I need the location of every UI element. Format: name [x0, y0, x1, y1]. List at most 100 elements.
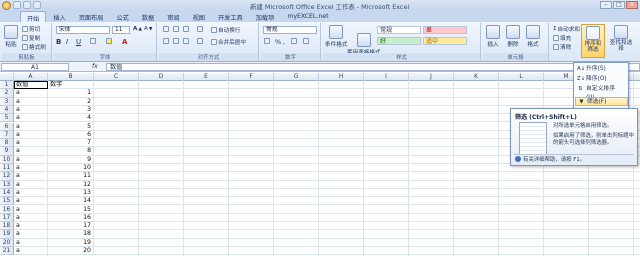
align-bottom-button[interactable] [183, 26, 189, 32]
align-center-button[interactable] [173, 38, 179, 44]
tab-review[interactable]: 审阅 [161, 11, 185, 22]
align-left-button[interactable] [163, 38, 169, 44]
cell-b[interactable]: 6 [48, 131, 91, 139]
row-header[interactable]: 12 [0, 172, 14, 181]
tab-home[interactable]: 开始 [20, 11, 47, 23]
undo-icon[interactable] [23, 1, 31, 9]
number-format-select[interactable]: 常规 [263, 26, 317, 34]
cell-b[interactable]: 4 [48, 114, 91, 122]
column-header-o[interactable]: O [634, 73, 640, 81]
increase-decimal-button[interactable] [291, 38, 297, 44]
grow-font-button[interactable]: A ▲ [133, 26, 142, 32]
clear-button[interactable]: 清除 [553, 43, 571, 51]
cell-a[interactable]: a [16, 114, 20, 122]
row-header[interactable]: 19 [0, 230, 14, 239]
name-box[interactable]: A1 [1, 63, 69, 71]
row-header[interactable]: 10 [0, 155, 14, 164]
cell-b[interactable]: 9 [48, 156, 91, 164]
shrink-font-button[interactable]: A ▼ [144, 26, 152, 32]
row-header[interactable]: 6 [0, 122, 14, 131]
cell-a[interactable]: a [16, 247, 20, 255]
column-header-l[interactable]: L [499, 73, 544, 81]
row-header[interactable]: 11 [0, 164, 14, 173]
tab-developer[interactable]: 开发工具 [212, 11, 249, 22]
cut-button[interactable]: 剪切 [22, 25, 40, 33]
tab-view[interactable]: 视图 [187, 11, 211, 22]
column-header-i[interactable]: I [364, 73, 409, 81]
row-header[interactable]: 20 [0, 238, 14, 247]
cell-a[interactable]: a [16, 156, 20, 164]
close-icon[interactable]: × [626, 1, 638, 9]
tab-myexcel[interactable]: myEXCEL.net [281, 11, 334, 22]
row-header[interactable]: 16 [0, 205, 14, 214]
column-header-h[interactable]: H [319, 73, 364, 81]
cell-a[interactable]: a [16, 139, 20, 147]
find-select-button[interactable]: 查找和选择 [608, 25, 634, 52]
cell-a[interactable]: a [16, 181, 20, 189]
cell-b[interactable]: 17 [48, 222, 91, 230]
sort-filter-button[interactable]: 排序和筛选 [581, 24, 605, 58]
cell-b[interactable]: 2 [48, 98, 91, 106]
cell-b[interactable]: 13 [48, 189, 91, 197]
comma-button[interactable]: , [283, 38, 285, 46]
cell-b[interactable]: 11 [48, 172, 91, 180]
column-header-j[interactable]: J [409, 73, 454, 81]
cell-a[interactable]: a [16, 230, 20, 238]
autosum-button[interactable]: Σ 自动求和 [553, 25, 580, 33]
function-icon[interactable]: fx [92, 63, 98, 70]
column-header-g[interactable]: G [274, 73, 319, 81]
paste-button[interactable]: 粘贴 [4, 25, 18, 48]
select-all-corner[interactable] [0, 73, 14, 81]
row-header[interactable]: 7 [0, 130, 14, 140]
cell-b[interactable]: 3 [48, 106, 91, 114]
row-header[interactable]: 8 [0, 139, 14, 148]
cell-a[interactable]: a [16, 206, 20, 214]
formula-input[interactable]: 数值 [106, 63, 640, 71]
percent-button[interactable]: % [275, 38, 281, 46]
row-header[interactable]: 3 [0, 97, 14, 106]
menu-filter[interactable]: ▼ 筛选(F) [575, 97, 628, 106]
border-button[interactable] [90, 38, 96, 44]
copy-button[interactable]: 复制 [22, 34, 40, 42]
align-top-button[interactable] [163, 26, 169, 32]
column-header-d[interactable]: D [139, 73, 184, 81]
decrease-decimal-button[interactable] [303, 38, 309, 44]
menu-sort-ascending[interactable]: A↓ 升序(S) [575, 65, 628, 74]
insert-cells-button[interactable]: 插入 [486, 25, 500, 48]
style-bad[interactable]: 差 [423, 26, 467, 34]
minimize-icon[interactable]: – [600, 1, 612, 9]
menu-custom-sort[interactable]: ⇅自定义排序(U)... [575, 85, 628, 101]
column-header-a[interactable]: A [14, 73, 48, 81]
cell-a[interactable]: a [16, 147, 20, 155]
row-header[interactable]: 2 [0, 89, 14, 98]
column-header-b[interactable]: B [48, 73, 94, 81]
row-header[interactable]: 15 [0, 197, 14, 206]
column-header-c[interactable]: C [94, 73, 139, 81]
delete-cells-button[interactable]: 删除 [506, 25, 520, 48]
row-header[interactable]: 21 [0, 247, 14, 256]
cell-a[interactable]: a [16, 89, 20, 97]
cell-b[interactable]: 18 [48, 230, 91, 238]
orientation-button[interactable] [197, 26, 203, 32]
cell-a[interactable]: a [16, 189, 20, 197]
column-header-k[interactable]: K [454, 73, 499, 81]
row-header[interactable]: 9 [0, 147, 14, 156]
cell-a[interactable]: a [16, 106, 20, 114]
column-header-e[interactable]: E [184, 73, 229, 81]
cell-b[interactable]: 14 [48, 197, 91, 205]
font-color-button[interactable]: A [122, 38, 127, 46]
style-good[interactable]: 好 [377, 37, 421, 45]
row-header[interactable]: 18 [0, 222, 14, 231]
style-normal[interactable]: 常规 [377, 26, 421, 34]
format-painter-button[interactable]: 格式刷 [22, 43, 46, 51]
cell-b[interactable]: 8 [48, 147, 91, 155]
cell-b[interactable]: 10 [48, 164, 91, 172]
cell-b[interactable]: 16 [48, 214, 91, 222]
cell-b[interactable]: 15 [48, 206, 91, 214]
row-header[interactable]: 14 [0, 188, 14, 198]
cell-b[interactable]: 12 [48, 181, 91, 189]
tab-page-layout[interactable]: 页面布局 [73, 11, 110, 22]
italic-button[interactable]: I [66, 38, 68, 46]
cell-a[interactable]: a [16, 222, 20, 230]
style-neutral[interactable]: 适中 [423, 37, 467, 45]
